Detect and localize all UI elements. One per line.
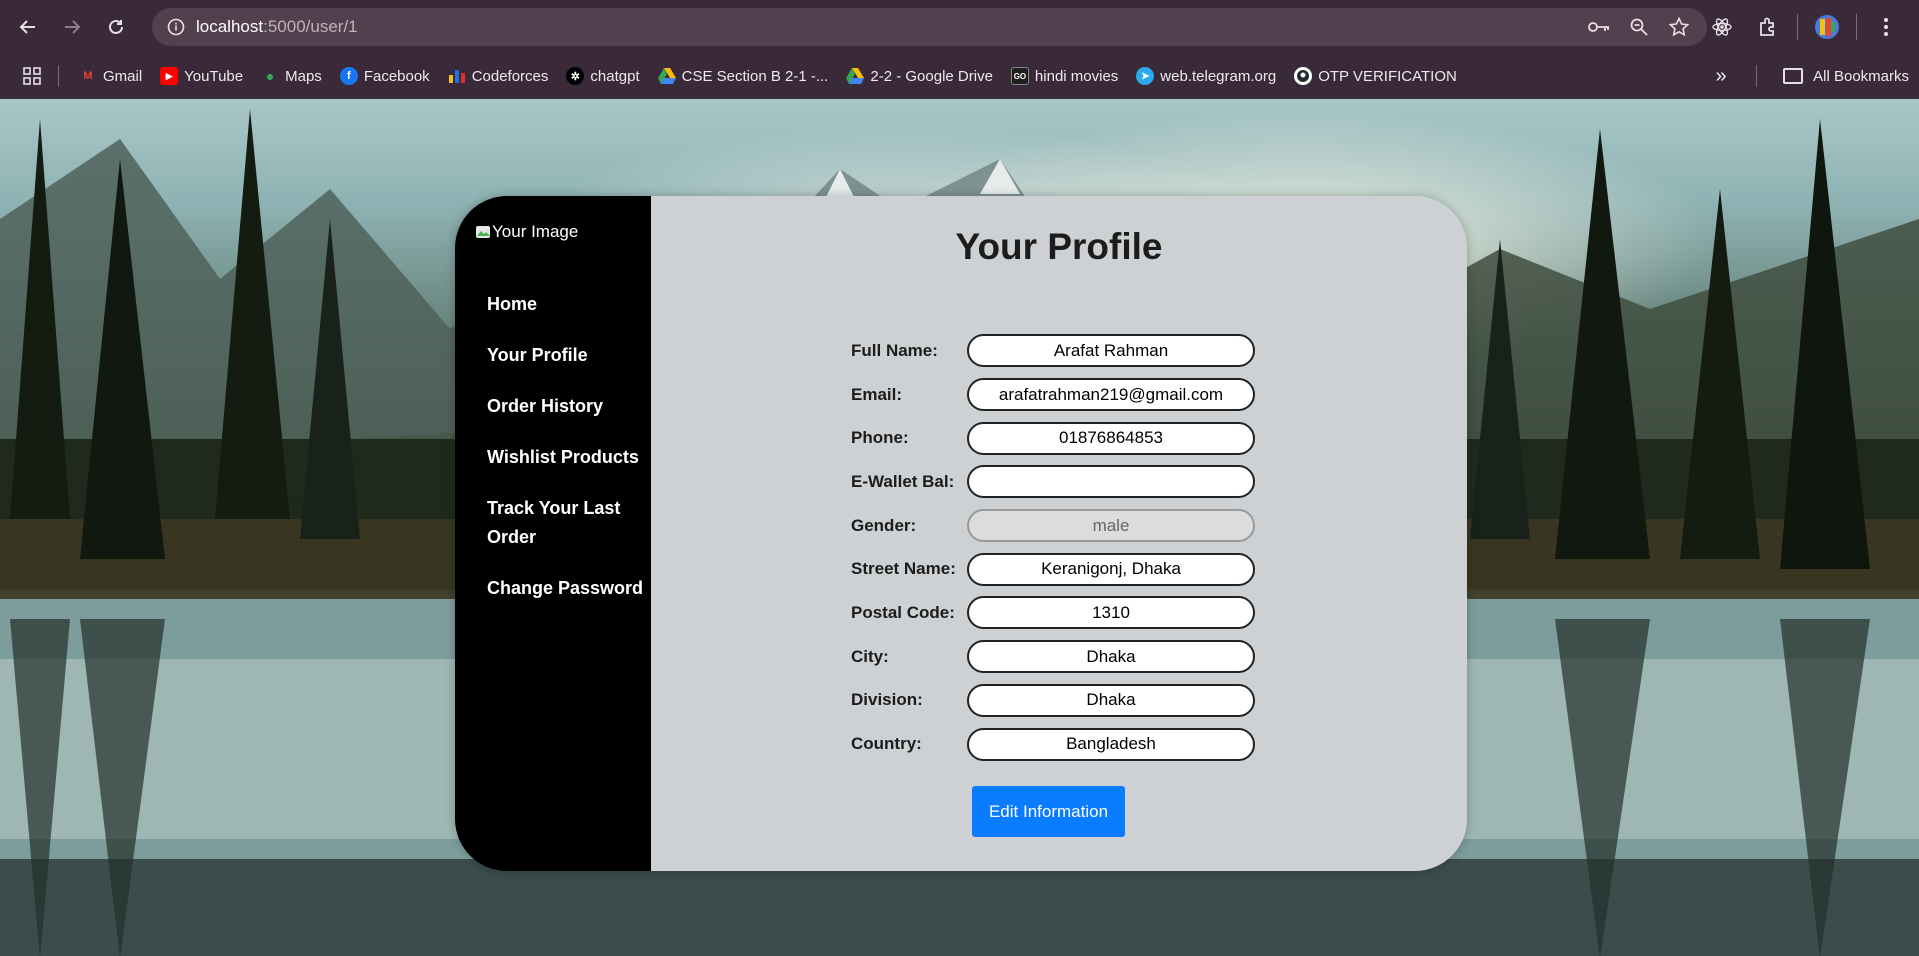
arrow-left-icon xyxy=(19,19,35,34)
telegram-icon: ➤ xyxy=(1136,67,1155,85)
bookmarks-divider xyxy=(58,65,59,87)
maps-icon: ● xyxy=(265,68,275,84)
zoom-icon[interactable] xyxy=(1623,8,1655,46)
ewallet-balance-field[interactable] xyxy=(967,465,1255,499)
sidebar-item-change-password[interactable]: Change Password xyxy=(487,574,647,603)
bookmark-maps[interactable]: ● Maps xyxy=(257,60,330,92)
bookmark-hindi-movies[interactable]: GO hindi movies xyxy=(1007,60,1126,92)
bookmarks-bar: M Gmail ▶ YouTube ● Maps f Facebook Codeforc… xyxy=(0,53,1919,99)
toolbar-divider xyxy=(1856,13,1857,40)
browser-toolbar: localhost:5000/user/1 xyxy=(0,0,1919,53)
country-label: Country: xyxy=(851,734,922,754)
city-label: City: xyxy=(851,646,889,666)
bookmark-gmail[interactable]: M Gmail xyxy=(75,60,150,92)
postal-code-label: Postal Code: xyxy=(851,602,955,622)
folder-icon xyxy=(1783,68,1804,84)
menu-icon[interactable] xyxy=(1863,0,1909,53)
facebook-icon: f xyxy=(339,67,358,85)
bookmark-youtube[interactable]: ▶ YouTube xyxy=(156,60,251,92)
form-row-country: Country: xyxy=(851,722,1255,766)
codeforces-icon xyxy=(448,67,466,85)
star-icon[interactable] xyxy=(1663,8,1695,46)
broken-image-icon xyxy=(476,226,490,238)
form-row-gender: Gender: xyxy=(851,504,1255,548)
edit-information-button[interactable]: Edit Information xyxy=(972,786,1125,837)
sidebar-item-home[interactable]: Home xyxy=(487,290,647,319)
form-row-full-name: Full Name: xyxy=(851,329,1255,373)
sidebar-item-track-last-order[interactable]: Track Your Last Order xyxy=(487,494,647,552)
all-bookmarks-button[interactable]: All Bookmarks xyxy=(1783,60,1909,92)
country-field[interactable] xyxy=(967,727,1255,761)
profile-panel: Your Profile Full Name: Email: Phone: E-… xyxy=(651,196,1467,871)
google-drive-icon xyxy=(846,67,865,85)
street-name-field[interactable] xyxy=(967,552,1255,586)
key-icon[interactable] xyxy=(1583,8,1615,46)
profile-form: Full Name: Email: Phone: E-Wallet Bal: G… xyxy=(851,329,1255,766)
form-row-street: Street Name: xyxy=(851,547,1255,591)
gender-label: Gender: xyxy=(851,515,917,535)
forward-button[interactable] xyxy=(50,0,94,53)
profile-avatar-icon[interactable] xyxy=(1804,0,1850,53)
ewallet-label: E-Wallet Bal: xyxy=(851,471,955,491)
extensions-icon[interactable] xyxy=(1745,0,1791,53)
bookmark-google-drive[interactable]: 2-2 - Google Drive xyxy=(842,60,1001,92)
address-bar[interactable]: localhost:5000/user/1 xyxy=(152,8,1707,46)
bookmark-telegram[interactable]: ➤ web.telegram.org xyxy=(1132,60,1284,92)
form-row-division: Division: xyxy=(851,679,1255,723)
bookmark-cse-section-b[interactable]: CSE Section B 2-1 -... xyxy=(654,60,837,92)
form-row-email: Email: xyxy=(851,373,1255,417)
arrow-right-icon xyxy=(65,19,81,34)
page-title: Your Profile xyxy=(955,226,1163,267)
bookmark-chatgpt[interactable]: ✲ chatgpt xyxy=(562,60,647,92)
goku-icon: GO xyxy=(1010,67,1029,85)
gmail-icon: M xyxy=(83,70,93,82)
form-row-ewallet: E-Wallet Bal: xyxy=(851,460,1255,504)
email-field[interactable] xyxy=(967,378,1255,412)
form-row-phone: Phone: xyxy=(851,416,1255,460)
city-field[interactable] xyxy=(967,640,1255,674)
phone-label: Phone: xyxy=(851,428,909,448)
street-name-label: Street Name: xyxy=(851,559,956,579)
toolbar-divider xyxy=(1797,13,1798,40)
division-field[interactable] xyxy=(967,683,1255,717)
sidebar: Your Image Home Your Profile Order Histo… xyxy=(455,196,651,871)
sidebar-item-order-history[interactable]: Order History xyxy=(487,392,647,421)
reload-icon xyxy=(109,19,123,34)
avatar: Your Image xyxy=(475,222,578,242)
sidebar-item-your-profile[interactable]: Your Profile xyxy=(487,341,647,370)
chevron-double-right-icon[interactable]: » xyxy=(1705,60,1737,92)
bookmark-codeforces[interactable]: Codeforces xyxy=(444,60,557,92)
sidebar-menu: Home Your Profile Order History Wishlist… xyxy=(487,290,647,625)
gender-field xyxy=(967,509,1255,543)
bookmarks-divider xyxy=(1756,65,1757,87)
site-info-icon[interactable] xyxy=(156,8,196,46)
react-devtools-icon[interactable] xyxy=(1699,0,1745,53)
url-text[interactable]: localhost:5000/user/1 xyxy=(196,17,358,37)
form-row-city: City: xyxy=(851,635,1255,679)
email-label: Email: xyxy=(851,384,903,404)
full-name-label: Full Name: xyxy=(851,340,938,360)
phone-field[interactable] xyxy=(967,421,1255,455)
profile-card: Your Image Home Your Profile Order Histo… xyxy=(455,196,1467,871)
chatgpt-icon: ✲ xyxy=(566,67,585,85)
form-row-postal: Postal Code: xyxy=(851,591,1255,635)
full-name-field[interactable] xyxy=(967,334,1255,368)
bookmark-otp-verification[interactable]: OTP VERIFICATION xyxy=(1290,60,1465,92)
bookmark-facebook[interactable]: f Facebook xyxy=(336,60,438,92)
reload-button[interactable] xyxy=(94,0,138,53)
postal-code-field[interactable] xyxy=(967,596,1255,630)
github-icon xyxy=(1294,67,1313,85)
apps-grid-icon[interactable] xyxy=(18,62,46,90)
back-button[interactable] xyxy=(6,0,50,53)
google-drive-icon xyxy=(657,67,676,85)
youtube-icon: ▶ xyxy=(160,67,179,85)
sidebar-item-wishlist-products[interactable]: Wishlist Products xyxy=(487,443,647,472)
division-label: Division: xyxy=(851,690,923,710)
